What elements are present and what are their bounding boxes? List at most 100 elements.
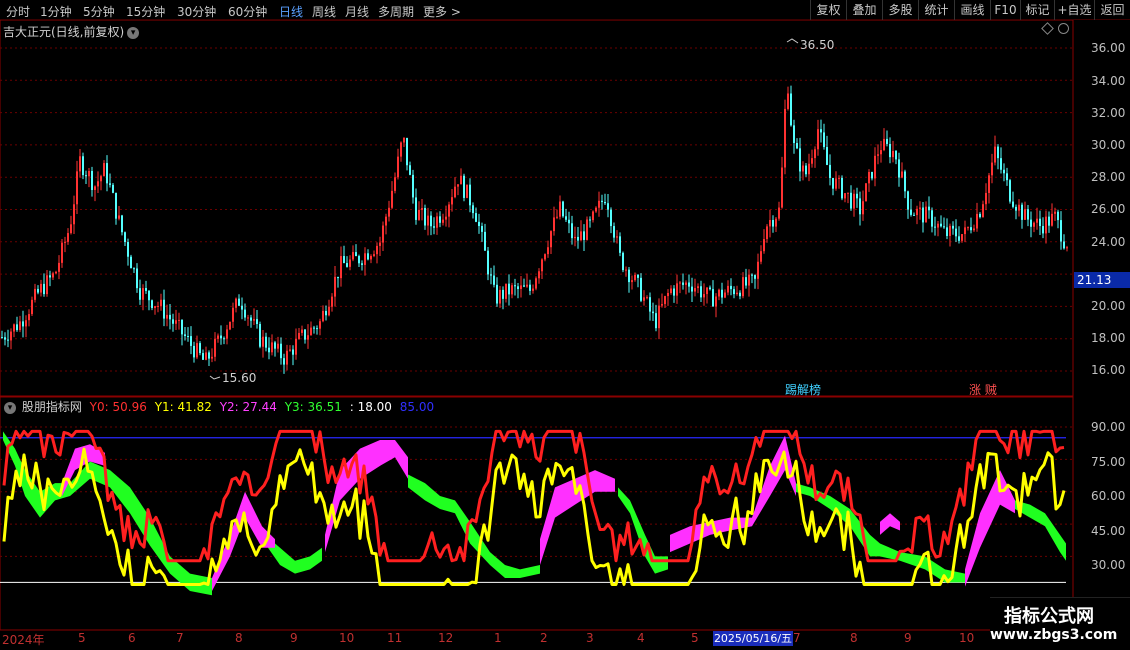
period-tab-intraday[interactable]: 分时 [6, 3, 30, 20]
candle-body [991, 162, 993, 176]
date-year-label: 2024年 [2, 633, 45, 647]
price-tick: 34.00 [1091, 74, 1126, 88]
add-watchlist-button[interactable]: +自选 [1054, 0, 1094, 20]
candle-body [199, 343, 201, 354]
candle-body [505, 283, 507, 299]
candle-body [688, 282, 690, 287]
candle-body [892, 150, 894, 158]
candle-body [394, 177, 396, 191]
circle-icon[interactable] [1058, 23, 1069, 34]
candle-body [781, 167, 783, 208]
candle-body [283, 358, 285, 365]
candle-body [553, 217, 555, 232]
date-month-label: 12 [438, 631, 454, 645]
candle-body [607, 203, 609, 210]
candle-body [922, 207, 924, 223]
candle-body [538, 271, 540, 279]
indicator-toggle-icon[interactable]: ▾ [4, 401, 16, 414]
candle-body [16, 324, 18, 331]
stock-chart-app: 分时 1分钟 5分钟 15分钟 30分钟 60分钟 日线 周线 月线 多周期 更… [0, 0, 1130, 650]
period-tab-more[interactable]: 更多 > [423, 3, 461, 20]
chart-canvas[interactable] [0, 20, 1130, 650]
candle-body [745, 277, 747, 286]
candle-body [1036, 218, 1038, 223]
candle-body [67, 233, 69, 242]
candle-body [916, 208, 918, 216]
candle-body [595, 207, 597, 212]
candle-body [868, 171, 870, 184]
band-y2-e [670, 435, 796, 553]
candle-body [871, 171, 873, 179]
candle-body [718, 289, 720, 297]
candle-body [388, 207, 390, 217]
candle-body [517, 286, 519, 290]
candle-body [559, 201, 561, 217]
draw-line-button[interactable]: 画线 [954, 0, 990, 20]
candle-body [106, 163, 108, 184]
stats-button[interactable]: 统计 [918, 0, 954, 20]
candle-body [1057, 211, 1059, 221]
f10-button[interactable]: F10 [990, 0, 1020, 20]
candle-body [889, 143, 891, 158]
candle-body [298, 332, 300, 339]
period-tab-monthly[interactable]: 月线 [345, 3, 369, 20]
period-tab-30min[interactable]: 30分钟 [177, 3, 216, 20]
candle-body [1063, 241, 1065, 249]
candle-body [172, 319, 174, 324]
back-button[interactable]: 返回 [1094, 0, 1130, 20]
candle-body [664, 296, 666, 305]
period-tab-5min[interactable]: 5分钟 [83, 3, 115, 20]
mark-button[interactable]: 标记 [1020, 0, 1054, 20]
candle-body [376, 245, 378, 255]
candle-body [982, 204, 984, 218]
candle-body [577, 236, 579, 241]
candle-body [619, 236, 621, 253]
date-month-label: 3 [586, 631, 594, 645]
candle-body [670, 288, 672, 294]
candle-body [790, 93, 792, 126]
candle-body [478, 221, 480, 227]
candle-body [244, 309, 246, 318]
date-month-label: 6 [128, 631, 136, 645]
candle-body [448, 204, 450, 217]
series-y1-line [2, 447, 1066, 586]
main-chart-title[interactable]: 吉大正元(日线,前复权) ▾ [3, 23, 140, 40]
candle-body [145, 288, 147, 291]
period-tab-daily[interactable]: 日线 [279, 3, 303, 20]
candle-body [25, 320, 27, 327]
candle-body [949, 225, 951, 236]
candle-body [355, 252, 357, 257]
watermark-title: 指标公式网 [1004, 606, 1094, 627]
candle-body [712, 289, 714, 307]
period-tab-1min[interactable]: 1分钟 [40, 3, 72, 20]
legend-y1: Y1: 41.82 [154, 400, 212, 414]
candle-body [346, 263, 348, 267]
period-tab-weekly[interactable]: 周线 [312, 3, 336, 20]
candle-body [643, 297, 645, 301]
high-leader-line [786, 38, 799, 44]
candle-body [826, 147, 828, 165]
candle-body [460, 175, 462, 185]
indicator-name[interactable]: 股朋指标网 [22, 400, 82, 414]
legend-y0: Y0: 50.96 [89, 400, 147, 414]
candle-body [247, 317, 249, 319]
candle-body [490, 274, 492, 276]
candle-body [265, 336, 267, 348]
candle-body [313, 327, 315, 329]
candle-body [193, 345, 195, 358]
candle-body [913, 214, 915, 216]
candle-body [391, 190, 393, 208]
adjust-button[interactable]: 复权 [810, 0, 846, 20]
candle-body [463, 175, 465, 198]
candle-body [988, 175, 990, 193]
multi-stock-button[interactable]: 多股 [882, 0, 918, 20]
chevron-down-icon[interactable]: ▾ [127, 26, 140, 39]
overlay-button[interactable]: 叠加 [846, 0, 882, 20]
candle-body [424, 208, 426, 226]
period-tab-15min[interactable]: 15分钟 [126, 3, 165, 20]
period-tab-multi[interactable]: 多周期 [378, 3, 414, 20]
candle-body [583, 231, 585, 240]
candle-body [73, 204, 75, 225]
candle-body [637, 274, 639, 278]
period-tab-60min[interactable]: 60分钟 [228, 3, 267, 20]
